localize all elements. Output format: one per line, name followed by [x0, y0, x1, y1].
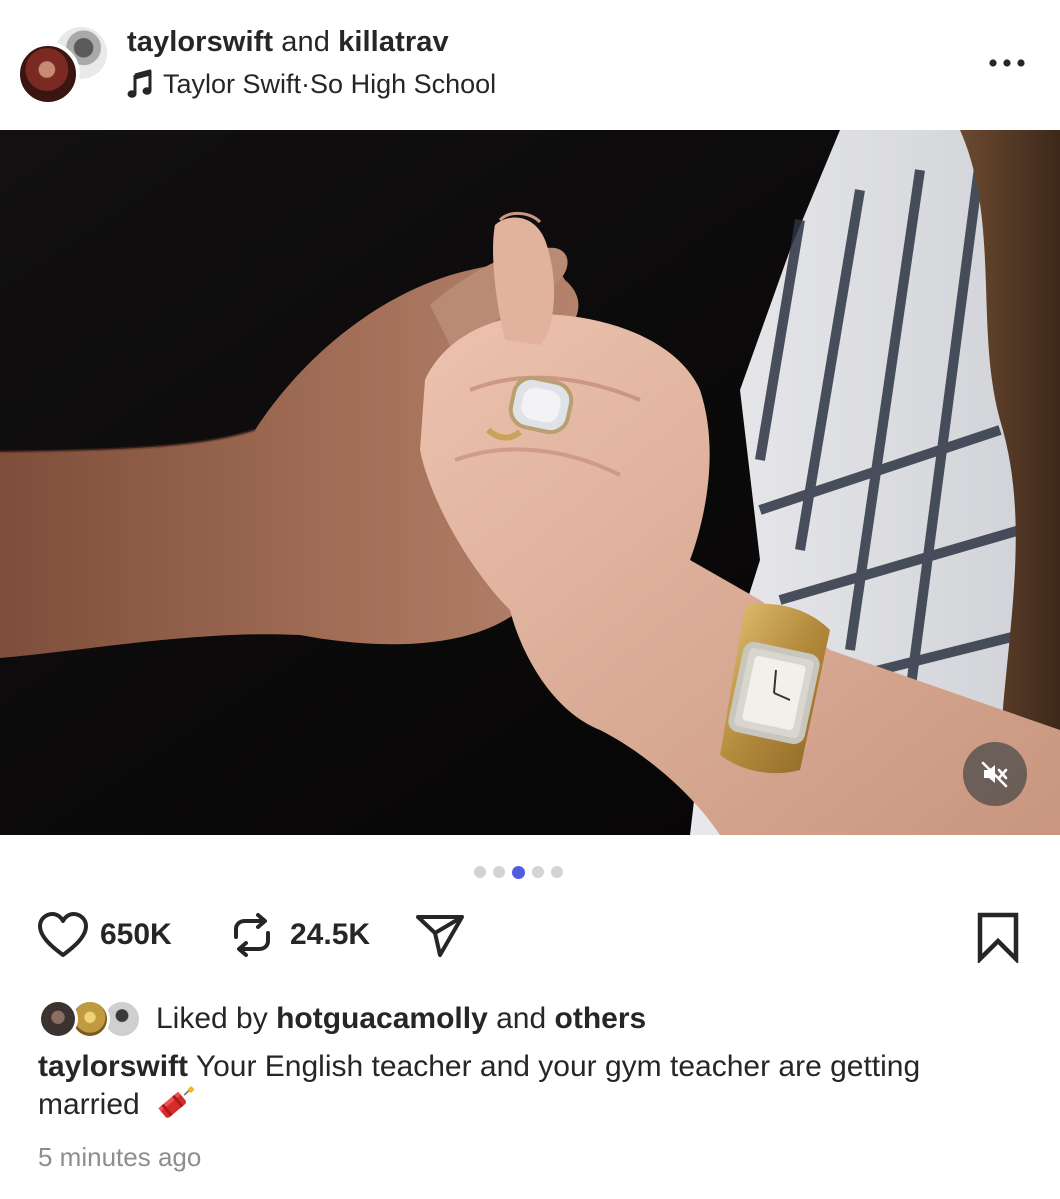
post-timestamp: 5 minutes ago [38, 1142, 202, 1172]
music-artist: Taylor Swift [163, 68, 302, 99]
music-title: So High School [310, 68, 497, 99]
music-separator: · [301, 68, 311, 99]
repost-icon [234, 913, 270, 957]
post-authors: taylorswift and killatrav [127, 26, 449, 59]
liked-by-prefix: Liked by [156, 1002, 277, 1035]
post-actions: 650K 24.5K [0, 905, 1060, 971]
post-caption: taylorswift Your English teacher and you… [38, 1048, 998, 1124]
avatar-primary[interactable] [16, 42, 80, 106]
firecracker-emoji [158, 1086, 195, 1118]
share-button[interactable] [414, 911, 466, 959]
more-horizontal-icon [989, 59, 1025, 67]
liked-by-user: hotguacamolly [276, 1002, 488, 1035]
music-attribution[interactable]: Taylor Swift · So High School [127, 67, 496, 101]
photo-hands-ring [0, 130, 1060, 835]
music-note-icon [127, 69, 152, 98]
like-count: 650K [100, 918, 172, 951]
liked-by-user-link[interactable]: hotguacamolly [276, 1002, 488, 1036]
pager-dot[interactable] [551, 866, 563, 878]
save-button[interactable] [974, 911, 1022, 963]
liked-by-avatars[interactable] [38, 997, 150, 1041]
author-joiner: and [273, 26, 339, 58]
author-secondary-link[interactable]: killatrav [338, 26, 449, 58]
caption-author-link[interactable]: taylorswift [38, 1050, 188, 1083]
post-header: taylorswift and killatrav Taylor Swift ·… [0, 0, 1060, 130]
liked-by-others-link[interactable]: others [555, 1002, 647, 1036]
speaker-muted-icon [981, 761, 1008, 788]
repost-count: 24.5K [290, 918, 371, 951]
more-options-button[interactable] [984, 48, 1030, 78]
pager-dot[interactable] [474, 866, 486, 878]
post-photo[interactable] [0, 130, 1060, 835]
liked-by-row[interactable]: Liked by hotguacamolly and others [38, 996, 646, 1042]
pager-dot-active[interactable] [512, 865, 525, 879]
heart-icon [38, 912, 88, 957]
liked-by-others: others [554, 1002, 647, 1035]
like-button[interactable]: 650K [36, 911, 172, 959]
author-primary-link[interactable]: taylorswift [127, 26, 273, 58]
avatar [38, 999, 78, 1039]
carousel-pager[interactable] [474, 865, 563, 879]
pager-dot[interactable] [532, 866, 544, 878]
pager-dot[interactable] [493, 866, 505, 878]
paper-plane-icon [416, 915, 464, 957]
liked-by-joiner: and [487, 1002, 555, 1035]
bookmark-icon [977, 912, 1019, 963]
author-avatars[interactable] [16, 24, 110, 106]
mute-toggle-button[interactable] [963, 742, 1027, 806]
repost-button[interactable]: 24.5K [228, 911, 370, 959]
